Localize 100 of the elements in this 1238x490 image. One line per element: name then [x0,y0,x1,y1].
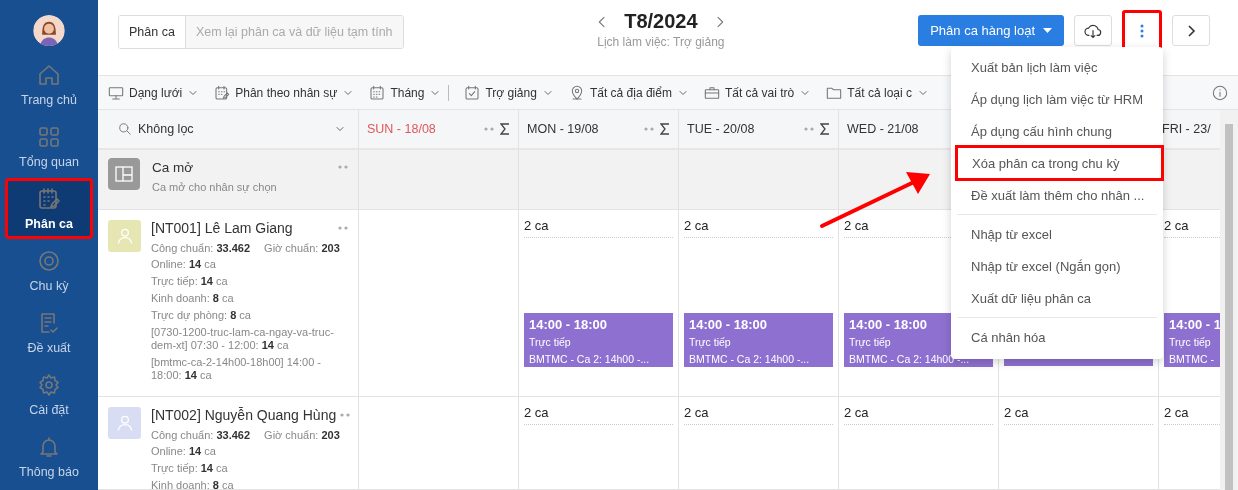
standard-stat: Công chuẩn: 33.462 [151,429,251,441]
shift-count[interactable]: 2 ca [684,402,833,425]
kebab-menu-icon [1140,23,1144,38]
shift-stat: Kinh doanh: 8 ca [151,292,235,305]
day-cell[interactable]: 2 ca [518,397,678,490]
shift-time: 14:00 - 18:00 [689,317,768,332]
calendar-edit-icon [214,84,231,101]
sidebar-item[interactable]: Đề xuất [7,304,91,362]
open-shift-cell[interactable] [358,150,518,210]
sigma-icon[interactable] [500,123,510,135]
shift-count[interactable]: 2 ca [1004,402,1153,425]
sidebar-item[interactable]: Trang chủ [7,56,91,114]
day-label: SUN - 18/08 [367,122,436,136]
next-button[interactable] [1172,15,1210,46]
employee-name[interactable]: [NT001] Lê Lam Giang [151,220,293,236]
shift-stat: Trực tiếp: 14 ca [151,462,229,475]
shift-name: BMTMC - [1169,353,1214,365]
standard-stat: Giờ chuẩn: 203 [264,242,340,254]
day-cell[interactable] [358,397,518,490]
filter-dropdown[interactable]: Tháng [369,84,442,101]
shift-time: 14:00 - 18:00 [529,317,608,332]
shift-name: BMTMC - Ca 2: 14h00 -... [529,353,650,365]
shift-type: Trực tiếp [689,336,731,348]
filter-dropdown[interactable]: Dạng lưới [108,84,200,101]
home-icon [37,62,61,87]
shift-type: Trực tiếp [529,336,571,348]
shift-stat: Trực tiếp: 14 ca [151,275,229,288]
tab[interactable]: Phân ca [119,16,186,48]
shift-count[interactable]: 2 ca [524,402,673,425]
day-cell[interactable]: 2 ca 14:00 - 18:00 Trực tiếp BMTMC - Ca 2: 14h00 -... [518,210,678,397]
shift-count[interactable]: 2 ca [844,402,993,425]
menu-item[interactable]: Áp dụng lịch làm việc từ HRM [951,83,1163,115]
filter-dropdown[interactable]: Trợ giảng [464,84,554,101]
day-cell[interactable]: 2 ca [838,397,998,490]
standard-stat: Giờ chuẩn: 203 [264,429,340,441]
sidebar-item[interactable]: Thông báo [7,428,91,485]
shift-block[interactable]: 14:00 - 18:00 Trực tiếp BMTMC - Ca 2: 14h00 -... [524,313,673,367]
sidebar-item[interactable]: Cài đặt [7,366,91,424]
bell-icon [37,434,61,459]
avatar[interactable] [33,15,65,47]
shift-stat: Online: 14 ca [151,445,217,458]
sidebar-item[interactable]: Phân ca [7,180,91,238]
calendar-icon [369,84,386,101]
day-label: TUE - 20/08 [687,122,755,136]
shift-block[interactable]: 14:00 - 1 Trực tiếp BMTMC - [1164,313,1220,367]
day-cell[interactable]: 2 ca 14:00 - 18:00 Trực tiếp BMTMC - Ca 2: 14h00 -... [678,210,838,397]
info-icon [1212,84,1228,101]
shift-time: 14:00 - 18:00 [849,317,928,332]
day-cell[interactable]: 2 ca [998,397,1158,490]
shift-time: 14:00 - 1 [1169,317,1220,332]
shift-block[interactable]: 14:00 - 18:00 Trực tiếp BMTMC - Ca 2: 14h00 -... [684,313,833,367]
shift-stat: Online: 14 ca [151,258,217,271]
drag-handle-icon[interactable] [338,164,348,169]
menu-item[interactable]: Đề xuất làm thêm cho nhân ... [951,179,1163,211]
day-label: WED - 21/08 [847,122,919,136]
day-cell[interactable]: 2 ca [678,397,838,490]
day-label: FRI - 23/ [1162,122,1211,136]
menu-item[interactable]: Xuất bản lịch làm việc [951,51,1163,83]
day-cell[interactable] [358,210,518,397]
sidebar-item[interactable]: Tổng quan [7,118,91,176]
bulk-assign-button[interactable]: Phân ca hàng loạt [918,15,1064,46]
shift-name: BMTMC - Ca 2: 14h00 -... [689,353,810,365]
cloud-download-button[interactable] [1074,15,1112,46]
filter-dropdown[interactable]: Phân theo nhân sự [214,84,355,101]
drag-handle-icon[interactable] [484,127,494,131]
day-label: MON - 19/08 [527,122,599,136]
settings-icon [37,372,61,397]
open-shift-subtitle: Ca mở cho nhân sự chọn [152,181,278,193]
drag-handle-icon[interactable] [804,127,814,131]
drag-handle-icon[interactable] [644,127,654,131]
filter-dropdown[interactable]: Tất cả địa điểm [568,84,689,101]
shift-count[interactable]: 2 ca [684,215,833,238]
open-shift-cell[interactable] [678,150,838,210]
filter-dropdown[interactable]: Tất cả loại c [826,84,929,101]
employee-name[interactable]: [NT002] Nguyễn Quang Hùng [151,407,337,423]
shift-type: Trực tiếp [849,336,891,348]
menu-item[interactable]: Áp dụng cấu hình chung [951,115,1163,147]
sigma-icon[interactable] [820,123,830,135]
shift-name: BMTMC - Ca 2: 14h00 -... [849,353,970,365]
scrollbar[interactable] [1220,110,1238,490]
monitor-icon [108,84,124,101]
drag-handle-icon[interactable] [338,226,348,230]
open-shift-cell[interactable] [518,150,678,210]
briefcase-icon [703,84,720,101]
sigma-icon[interactable] [660,123,670,135]
sidebar-item[interactable]: Chu kỳ [7,242,91,300]
filter-dropdown[interactable]: Tất cả vai trò [703,84,812,101]
filter-select[interactable]: Không lọc [98,110,358,150]
shift-stat: Trực dự phòng: 8 ca [151,309,252,322]
shift-type: Trực tiếp [1169,336,1211,348]
chevron-right-icon [1186,24,1196,37]
menu-item[interactable]: Xóa phân ca trong chu kỳ [955,145,1164,181]
calendar-check-icon [464,84,481,101]
calendar-edit-icon [37,186,61,211]
drag-handle-icon[interactable] [340,413,351,417]
period-title: T8/2024 [624,10,698,33]
shift-count[interactable]: 2 ca [524,215,673,238]
open-shift-title: Ca mở [152,160,194,175]
shift-stat: Kinh doanh: 8 ca [151,479,235,489]
standard-stat: Công chuẩn: 33.462 [151,242,251,254]
